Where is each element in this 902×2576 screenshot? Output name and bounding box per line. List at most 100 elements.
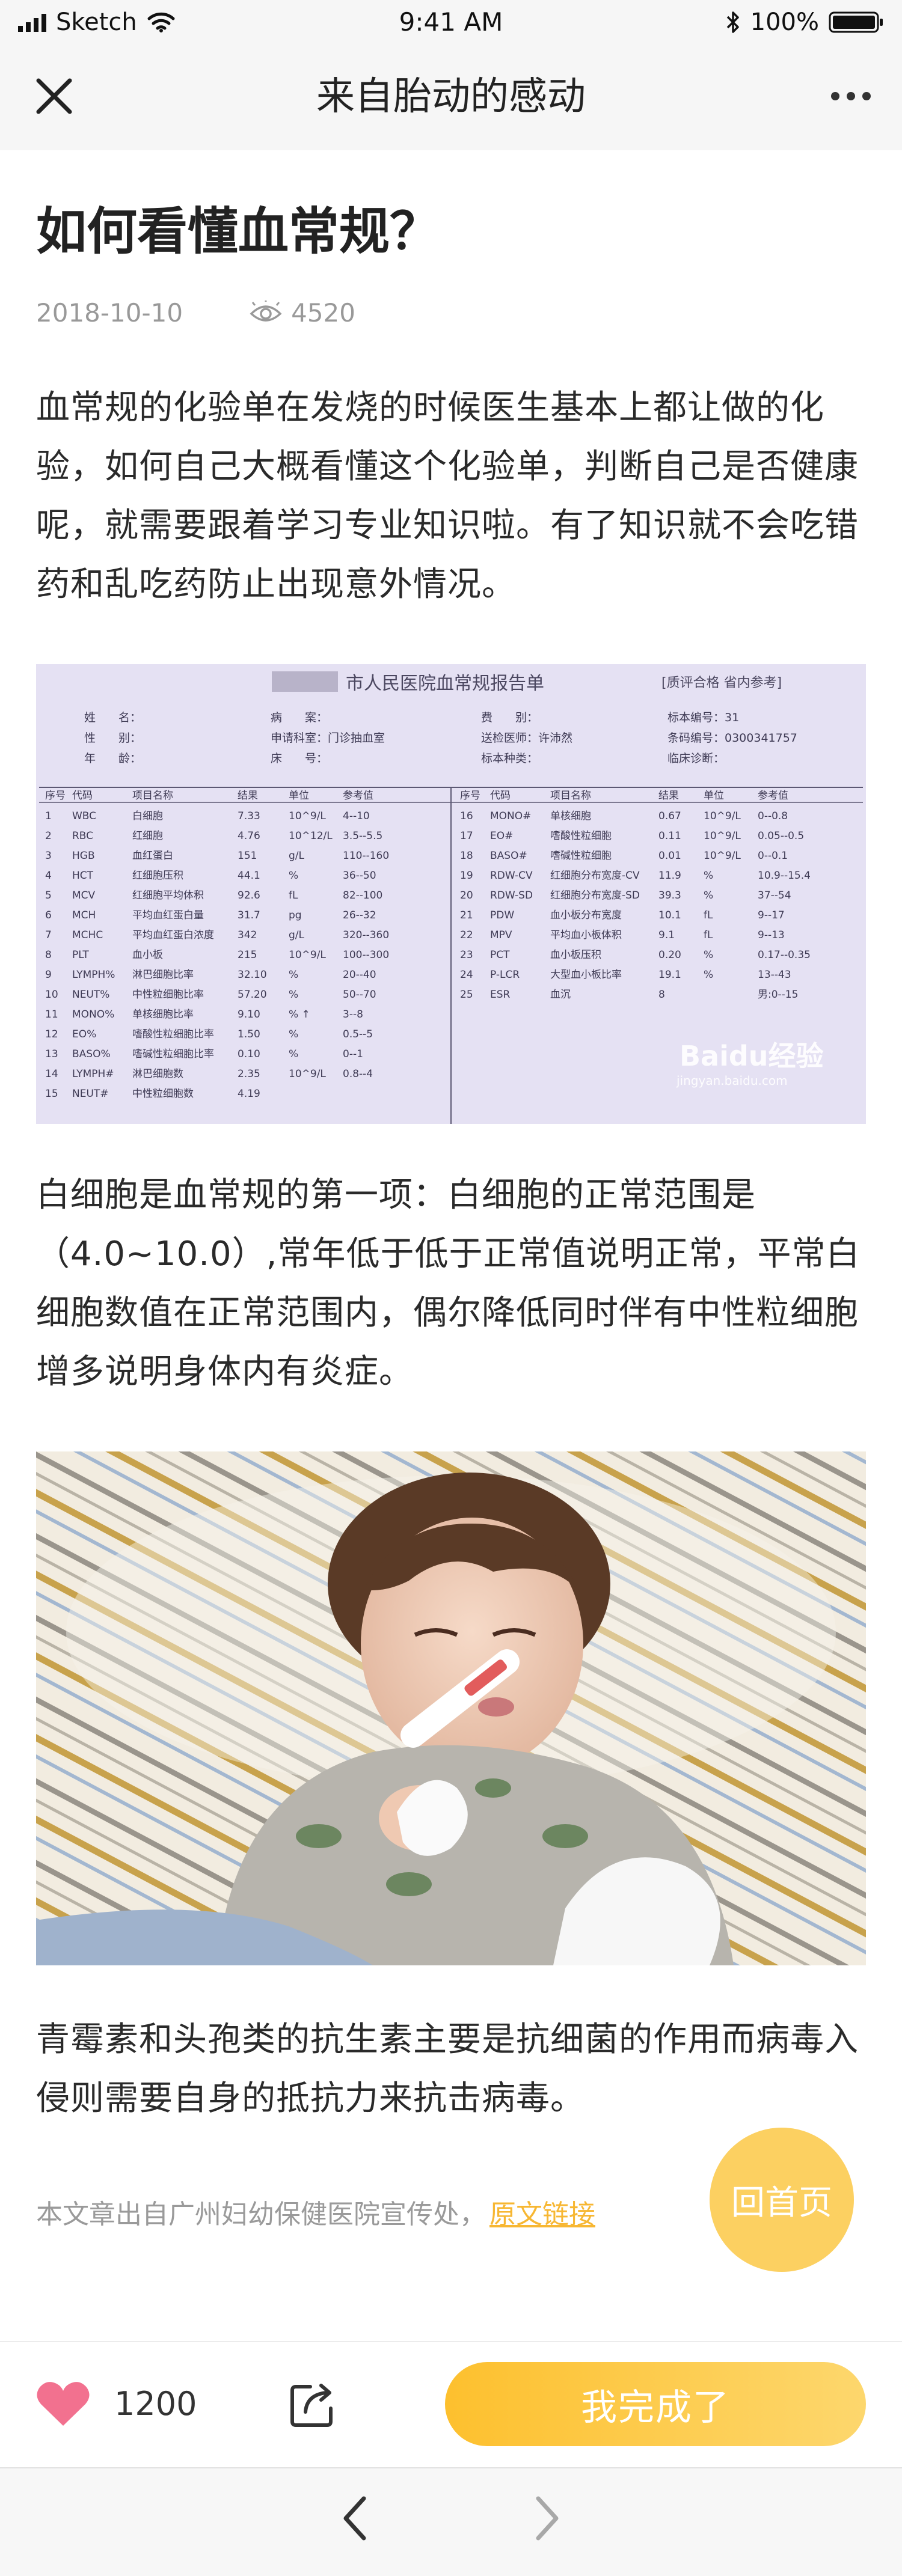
report-header-field: 床 号： xyxy=(271,752,328,765)
report-cell: 9.10 xyxy=(238,1009,260,1021)
report-cell: 8 xyxy=(658,989,665,1001)
report-cell: 10^9/L xyxy=(289,810,326,822)
report-cell: 32.10 xyxy=(238,969,267,981)
report-column-header: 单位 xyxy=(704,790,724,802)
report-cell: 151 xyxy=(238,850,257,862)
report-cell: HCT xyxy=(72,870,94,882)
report-cell: PCT xyxy=(490,949,510,961)
report-cell: BASO% xyxy=(72,1048,111,1060)
report-cell: % xyxy=(289,969,298,981)
report-cell: 10^9/L xyxy=(704,850,741,862)
report-header-field: 临床诊断： xyxy=(667,752,725,765)
report-cell: 13--43 xyxy=(758,969,791,981)
blood-report-image: 市人民医院血常规报告单 [质评合格 省内参考] 姓 名： 病 案： 费 别： 标本编号… xyxy=(36,664,866,1124)
report-cell: MCHC xyxy=(72,929,103,941)
report-column-header: 结果 xyxy=(238,790,258,802)
report-column-header: 代码 xyxy=(490,790,511,802)
report-cell: 100--300 xyxy=(343,949,389,961)
article-date: 2018-10-10 xyxy=(36,298,183,328)
report-column-header: 项目名称 xyxy=(550,790,591,802)
report-cell: pg xyxy=(289,909,302,921)
report-cell: EO% xyxy=(72,1028,96,1040)
report-cell: MONO% xyxy=(72,1009,114,1021)
heart-icon[interactable] xyxy=(36,2380,90,2428)
report-cell: 血小板 xyxy=(132,949,163,961)
report-cell: 22 xyxy=(460,929,473,941)
report-cell: 5 xyxy=(45,890,52,902)
report-cell: WBC xyxy=(72,810,96,822)
article-paragraph: 青霉素和头孢类的抗生素主要是抗细菌的作用而病毒入侵则需要自身的抵抗力来抗击病毒。 xyxy=(36,2020,859,2118)
report-cell: ESR xyxy=(490,989,511,1001)
report-cell: 平均血小板体积 xyxy=(550,929,622,941)
browser-toolbar xyxy=(0,2467,902,2576)
report-cell: 1 xyxy=(45,810,52,822)
back-arrow-icon[interactable] xyxy=(334,2491,376,2545)
report-cell: 0.5--5 xyxy=(343,1028,373,1040)
report-cell: 10^12/L xyxy=(289,830,333,842)
more-button[interactable] xyxy=(818,66,884,126)
report-cell: 31.7 xyxy=(238,909,260,921)
report-column-header: 参考值 xyxy=(343,790,373,802)
report-cell: 21 xyxy=(460,909,473,921)
report-cell: 红细胞 xyxy=(132,830,163,842)
report-cell: LYMPH% xyxy=(72,969,115,981)
report-cell: g/L xyxy=(289,850,305,862)
report-column-header: 单位 xyxy=(289,790,309,802)
report-cell: % xyxy=(704,949,713,961)
report-cell: 嗜酸性粒细胞 xyxy=(550,830,612,842)
report-column-header: 项目名称 xyxy=(132,790,173,802)
back-home-button[interactable]: 回首页 xyxy=(710,2128,854,2272)
report-cell: MCH xyxy=(72,909,96,921)
report-cell: 9--13 xyxy=(758,929,785,941)
report-header-field: 条码编号：0300341757 xyxy=(667,731,797,745)
report-cell: 嗜碱性粒细胞比率 xyxy=(132,1048,214,1060)
report-cell: 9.1 xyxy=(658,929,675,941)
report-cell: 3.5--5.5 xyxy=(343,830,382,842)
report-header-field: 标本种类： xyxy=(481,752,538,765)
more-icon xyxy=(831,92,839,100)
share-icon[interactable] xyxy=(289,2378,339,2429)
report-cell: RDW-SD xyxy=(490,890,533,902)
report-cell: 9--17 xyxy=(758,909,785,921)
report-cell: 0.01 xyxy=(658,850,681,862)
sick-child-photo xyxy=(36,1451,866,1965)
complete-button[interactable]: 我完成了 xyxy=(445,2362,866,2446)
report-cell: % xyxy=(704,870,713,882)
report-cell: 19 xyxy=(460,870,473,882)
report-cell: 淋巴细胞比率 xyxy=(132,969,194,981)
source-link[interactable]: 原文链接 xyxy=(489,2199,595,2230)
report-cell: 红细胞平均体积 xyxy=(132,890,204,902)
report-cell: 0--1 xyxy=(343,1048,363,1060)
watermark-text: Baidu经验 xyxy=(680,1040,824,1072)
report-cell: 10^9/L xyxy=(704,810,741,822)
battery-percent: 100% xyxy=(750,8,819,36)
article-title: 如何看懂血常规？ xyxy=(36,202,441,261)
redacted-block xyxy=(272,671,338,692)
report-cell: PDW xyxy=(490,909,514,921)
report-cell: 8 xyxy=(45,949,52,961)
forward-arrow-icon[interactable] xyxy=(526,2491,568,2545)
report-cell: 3 xyxy=(45,850,52,862)
report-title: 市人民医院血常规报告单 xyxy=(346,673,544,694)
report-cell: 血小板分布宽度 xyxy=(550,909,622,921)
report-cell: 11 xyxy=(45,1009,58,1021)
report-cell: 平均血红蛋白量 xyxy=(132,909,204,921)
report-cell: 0.10 xyxy=(238,1048,260,1060)
report-cell: 0.8--4 xyxy=(343,1068,373,1080)
report-cell: 7.33 xyxy=(238,810,260,822)
report-cell: 3--8 xyxy=(343,1009,363,1021)
report-cell: fL xyxy=(704,929,713,941)
report-cell: 红细胞分布宽度-CV xyxy=(550,870,640,882)
report-cell: 37--54 xyxy=(758,890,791,902)
page-title: 来自胎动的感动 xyxy=(316,75,586,119)
report-cell: 57.20 xyxy=(238,989,267,1001)
report-column-header: 序号 xyxy=(45,790,66,802)
report-cell: 26--32 xyxy=(343,909,376,921)
report-cell: 10 xyxy=(45,989,58,1001)
report-cell: % xyxy=(289,1048,298,1060)
report-header-field: 费 别： xyxy=(481,711,538,724)
report-cell: 血红蛋白 xyxy=(132,850,173,862)
report-cell: 单核细胞 xyxy=(550,810,591,822)
report-cell: 36--50 xyxy=(343,870,376,882)
report-cell: 4--10 xyxy=(343,810,370,822)
